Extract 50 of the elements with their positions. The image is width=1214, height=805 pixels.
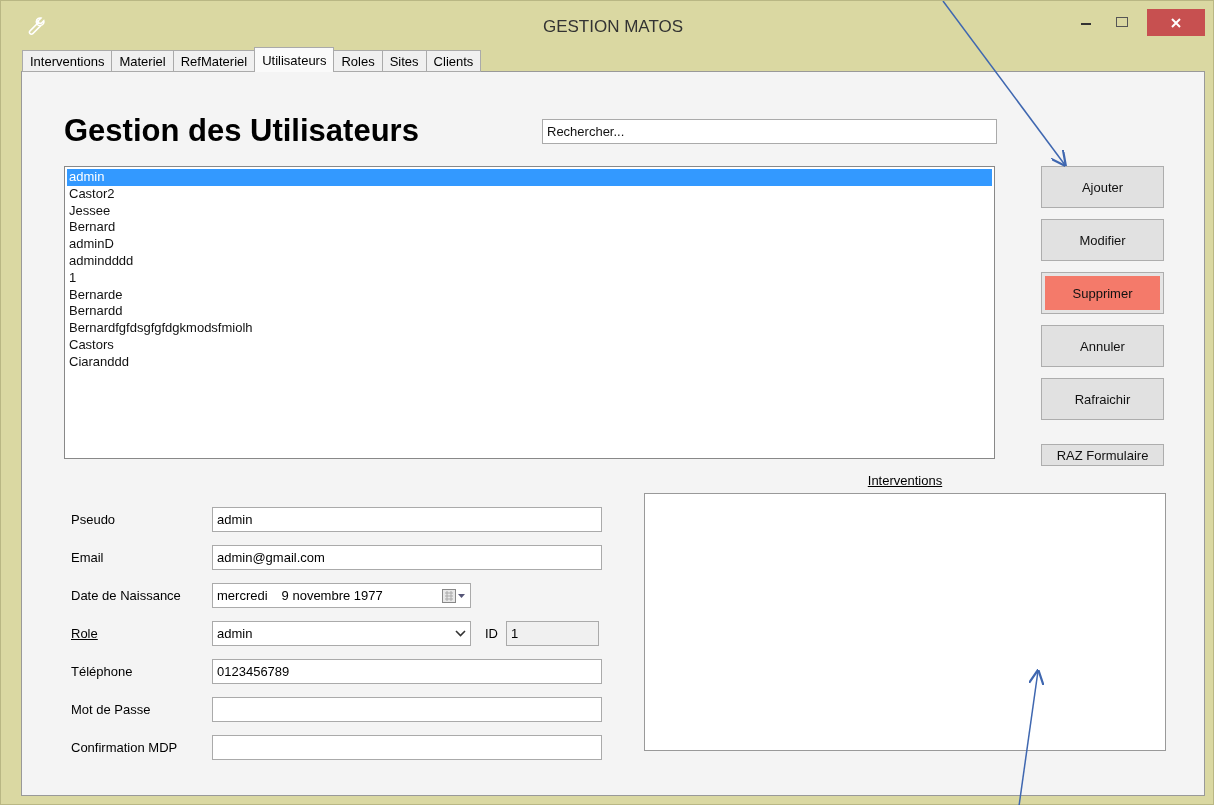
list-item[interactable]: Bernard <box>67 219 992 237</box>
field-label: Pseudo <box>70 512 117 527</box>
list-item[interactable]: Bernardfgfdsgfgfdgkmodsfmiolh <box>67 320 992 337</box>
close-icon <box>1171 17 1181 28</box>
action-button[interactable]: Rafraichir <box>1041 378 1164 420</box>
field-label: Email <box>70 550 105 565</box>
list-item[interactable]: Ciaranddd <box>67 353 992 371</box>
input-field[interactable]: 0123456789 <box>212 659 602 684</box>
id-field: 1 <box>506 621 599 646</box>
input-field[interactable] <box>212 697 602 722</box>
action-button[interactable]: Modifier <box>1041 219 1164 261</box>
input-field[interactable]: admin@gmail.com <box>212 545 602 570</box>
interventions-label: Interventions <box>867 473 943 488</box>
list-item[interactable]: Jessee <box>67 202 992 220</box>
tab[interactable]: Materiel <box>111 50 174 72</box>
tab[interactable]: RefMateriel <box>172 50 256 72</box>
date-picker[interactable]: mercredi 9 novembre 1977 <box>212 583 471 608</box>
field-label: Confirmation MDP <box>70 740 179 755</box>
list-item[interactable]: admindddd <box>67 253 992 270</box>
list-item[interactable]: Bernarde <box>67 286 992 304</box>
page-heading: Gestion des Utilisateurs <box>64 113 420 149</box>
id-label: ID <box>485 626 498 641</box>
field-label: Mot de Passe <box>70 702 152 717</box>
list-item[interactable]: Castors <box>67 336 992 354</box>
search-field[interactable]: Rechercher... <box>542 118 997 144</box>
input-field[interactable]: admin <box>212 507 602 532</box>
list-item[interactable]: Castor2 <box>67 185 992 203</box>
input-field[interactable] <box>212 735 602 760</box>
tab[interactable]: Roles <box>333 50 383 72</box>
list-item[interactable]: adminD <box>67 236 992 253</box>
chevron-icon <box>455 630 466 637</box>
role-dropdown[interactable]: admin <box>212 621 471 646</box>
action-button[interactable]: Annuler <box>1041 325 1164 367</box>
user-list[interactable]: admin Castor2 Jessee Bernard adminD admindddd 1 Bernarde Bernardd Bernardfgfdsgfgfdgkmodsfmiolh Castors Ciaranddd <box>64 166 995 459</box>
field-label: Date de Naissance <box>70 588 182 603</box>
action-button[interactable]: RAZ Formulaire <box>1041 444 1164 466</box>
list-item[interactable]: 1 <box>67 269 992 287</box>
tab[interactable]: Interventions <box>22 50 113 72</box>
tab[interactable]: Clients <box>425 50 482 72</box>
action-button[interactable]: Supprimer <box>1041 272 1164 314</box>
calendar-icon <box>442 588 466 603</box>
tab[interactable]: Utilisateurs <box>254 47 335 72</box>
list-item[interactable]: Bernardd <box>67 303 992 321</box>
action-button[interactable]: Ajouter <box>1041 166 1164 208</box>
field-link-label[interactable]: Role <box>64 626 212 641</box>
window-title: GESTION MATOS <box>542 17 684 37</box>
close-button[interactable] <box>1147 9 1205 36</box>
maximize-icon[interactable] <box>1116 17 1128 27</box>
tab[interactable]: Sites <box>381 50 427 72</box>
field-label: Téléphone <box>70 664 134 679</box>
